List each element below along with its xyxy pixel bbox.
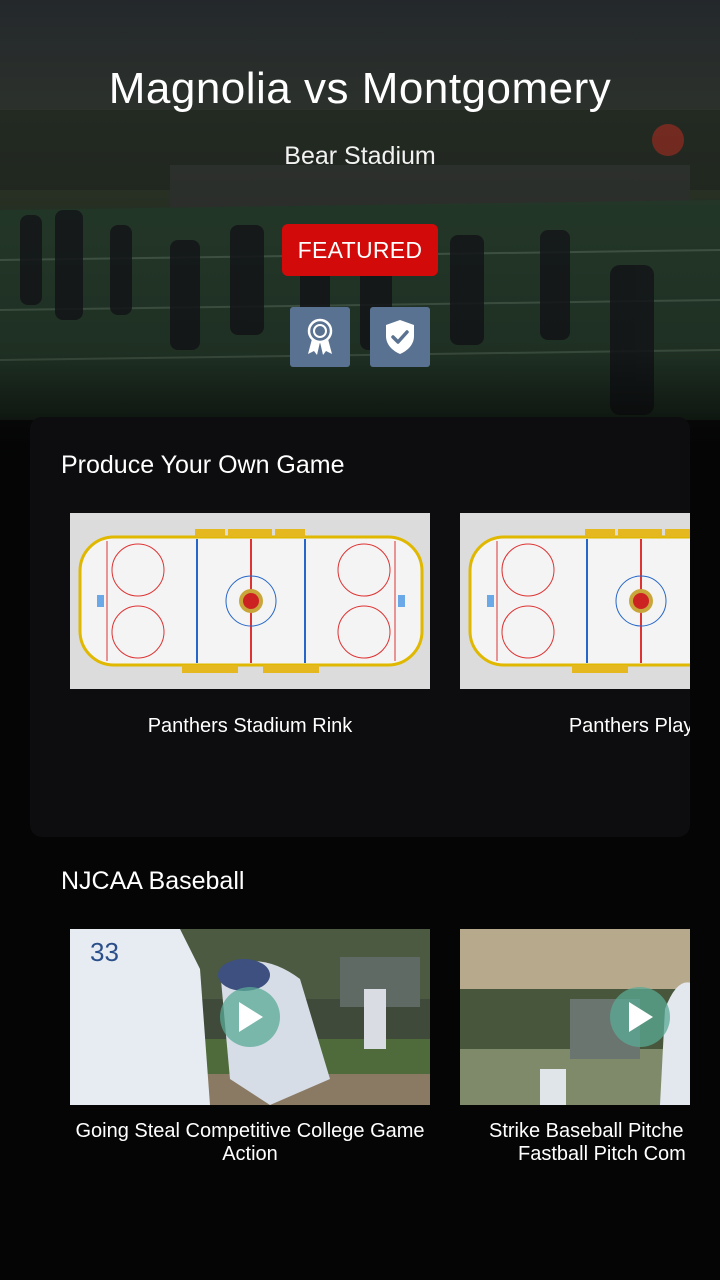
play-button[interactable] — [220, 987, 280, 1047]
shield-check-icon[interactable] — [370, 307, 430, 367]
hero-banner: Magnolia vs Montgomery Bear Stadium FEAT… — [0, 0, 720, 470]
video-card-title-line2: Action — [222, 1143, 278, 1165]
rink-thumbnail[interactable] — [460, 513, 690, 689]
video-thumbnail[interactable] — [460, 929, 690, 1105]
shield-check-icon — [386, 320, 414, 354]
venue-name: Bear Stadium — [284, 142, 436, 170]
play-icon — [629, 1002, 653, 1032]
video-thumbnail[interactable]: 33 — [70, 929, 430, 1105]
event-title: Magnolia vs Montgomery — [108, 64, 612, 113]
rink-carousel[interactable]: Panthers Stadium Rink Panthers Play — [30, 513, 690, 753]
award-ribbon-icon[interactable] — [290, 307, 350, 367]
hockey-rink-image — [70, 513, 430, 689]
rink-card-title: Panthers Stadium Rink — [147, 715, 353, 737]
featured-badge: FEATURED — [282, 224, 438, 276]
section-title-produce: Produce Your Own Game — [61, 451, 345, 479]
video-card-title-line2: Fastball Pitch Com — [518, 1143, 686, 1165]
video-card-title-line1: Strike Baseball Pitche — [489, 1120, 684, 1142]
award-ribbon-icon — [307, 318, 333, 355]
rink-card-title: Panthers Player — [568, 715, 690, 737]
play-icon — [239, 1002, 263, 1032]
baseball-carousel[interactable]: 33 Going Steal Competitive College Game … — [30, 929, 690, 1179]
svg-text:33: 33 — [90, 937, 119, 967]
hockey-rink-image — [460, 513, 690, 689]
rink-thumbnail[interactable] — [70, 513, 430, 689]
video-card-title-line1: Going Steal Competitive College Game — [75, 1120, 425, 1142]
section-title-baseball: NJCAA Baseball — [61, 867, 245, 895]
play-button[interactable] — [610, 987, 670, 1047]
